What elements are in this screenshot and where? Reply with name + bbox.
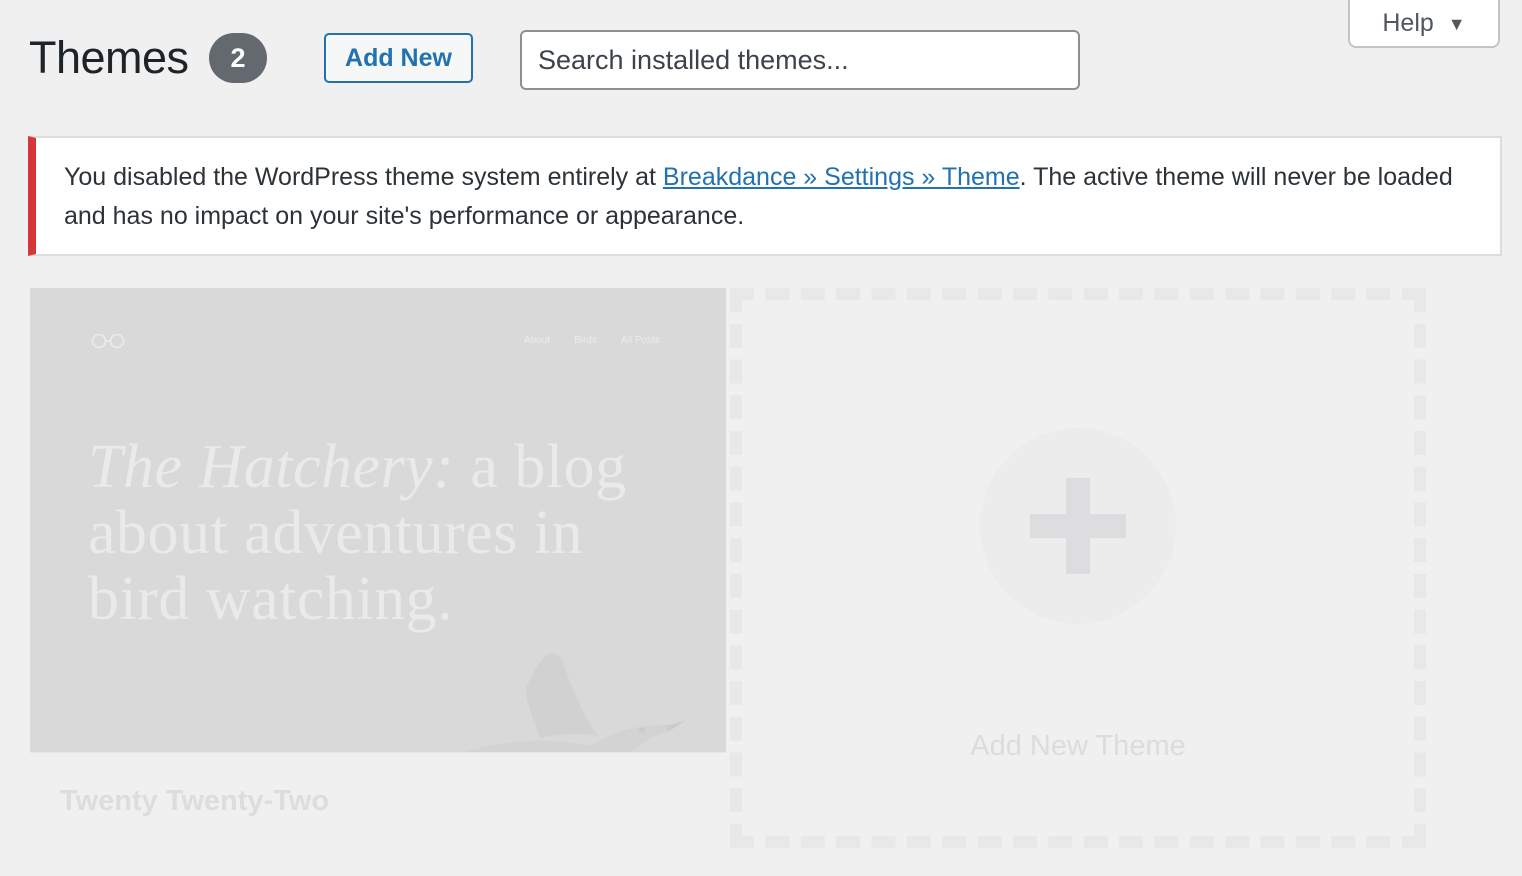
- caret-down-icon: ▼: [1447, 13, 1466, 34]
- theme-name-bar: Twenty Twenty-Two: [30, 752, 726, 849]
- theme-logo-icon: [91, 333, 125, 349]
- add-new-theme-label: Add New Theme: [970, 730, 1186, 762]
- screenshot-nav-item: All Posts: [620, 335, 660, 346]
- plus-icon: [1030, 478, 1126, 574]
- screenshot-headline-italic: The Hatchery:: [88, 433, 455, 501]
- bird-illustration-icon: [465, 653, 686, 752]
- help-tab-button[interactable]: Help ▼: [1348, 0, 1500, 48]
- error-notice: You disabled the WordPress theme system …: [28, 136, 1502, 256]
- screenshot-nav: About Birds All Posts: [524, 335, 660, 346]
- notice-text-before: You disabled the WordPress theme system …: [64, 163, 663, 191]
- screenshot-nav-item: Birds: [574, 335, 597, 346]
- add-new-theme-card[interactable]: Add New Theme: [730, 288, 1426, 848]
- theme-name: Twenty Twenty-Two: [60, 785, 330, 817]
- theme-card[interactable]: About Birds All Posts The Hatchery: a bl…: [30, 288, 726, 849]
- breakdance-settings-link[interactable]: Breakdance » Settings » Theme: [663, 163, 1020, 191]
- plus-circle: [980, 428, 1176, 624]
- screenshot-headline: The Hatchery: a blog about adventures in…: [88, 434, 648, 632]
- help-label: Help: [1382, 8, 1434, 37]
- theme-count-badge: 2: [209, 33, 267, 83]
- search-themes-input[interactable]: [520, 30, 1080, 90]
- theme-screenshot: About Birds All Posts The Hatchery: a bl…: [30, 288, 726, 752]
- page-title: Themes: [29, 32, 189, 83]
- screenshot-nav-item: About: [524, 335, 551, 346]
- add-new-button[interactable]: Add New: [324, 33, 473, 83]
